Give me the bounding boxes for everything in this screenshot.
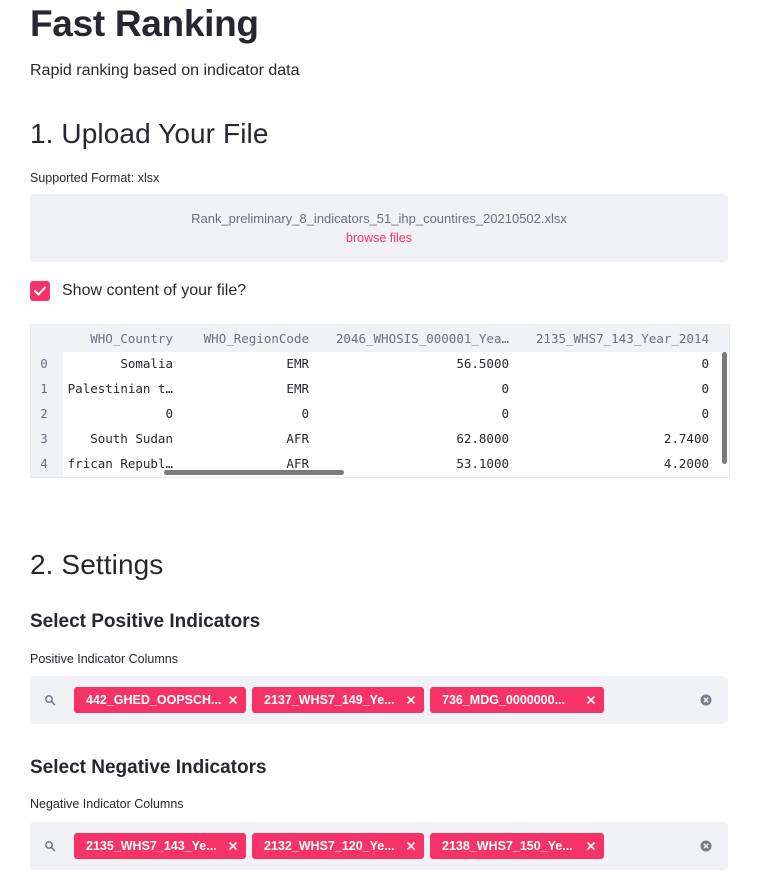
positive-indicators-heading: Select Positive Indicators	[30, 611, 261, 632]
negative-indicators-heading: Select Negative Indicators	[30, 757, 267, 778]
column-header[interactable]: WHO_RegionCode	[183, 329, 309, 349]
page-title: Fast Ranking	[30, 3, 259, 44]
clear-all-icon[interactable]	[700, 694, 712, 706]
negative-indicators-label: Negative Indicator Columns	[30, 797, 184, 811]
table-vertical-scrollbar[interactable]	[722, 352, 727, 464]
row-index: 2	[40, 406, 48, 421]
table-cell[interactable]: 0	[521, 354, 709, 374]
selected-tag: 2137_WHS7_149_Ye...	[252, 687, 424, 713]
table-cell[interactable]: EMR	[183, 354, 309, 374]
row-index: 1	[40, 381, 48, 396]
table-cell[interactable]: 0	[183, 404, 309, 424]
remove-tag-icon[interactable]	[226, 839, 240, 853]
selected-tag: 442_GHED_OOPSCH...	[74, 687, 246, 713]
table-cell[interactable]: 0	[321, 379, 509, 399]
remove-tag-icon[interactable]	[226, 693, 240, 707]
file-uploader-dropzone[interactable]: Rank_preliminary_8_indicators_51_ihp_cou…	[30, 194, 728, 262]
table-cell[interactable]: EMR	[183, 379, 309, 399]
positive-indicators-multiselect[interactable]: 442_GHED_OOPSCH... 2137_WHS7_149_Ye... 7…	[30, 676, 728, 724]
table-cell[interactable]: 53.1000	[321, 454, 509, 474]
table-cell[interactable]: 62.8000	[321, 429, 509, 449]
table-cell[interactable]: 0	[65, 404, 173, 424]
upload-section-heading: 1. Upload Your File	[30, 118, 269, 149]
tag-label: 736_MDG_0000000...	[442, 693, 566, 707]
clear-all-icon[interactable]	[700, 840, 712, 852]
uploaded-file-name: Rank_preliminary_8_indicators_51_ihp_cou…	[191, 211, 567, 226]
page-subtitle: Rapid ranking based on indicator data	[30, 62, 300, 79]
table-cell[interactable]: AFR	[183, 429, 309, 449]
column-header[interactable]: 2046_WHOSIS_000001_Yea…	[321, 329, 509, 349]
checkmark-icon	[34, 286, 46, 296]
show-content-label: Show content of your file?	[62, 282, 247, 299]
table-cell[interactable]: South Sudan	[65, 429, 173, 449]
tag-label: 2137_WHS7_149_Ye...	[264, 693, 395, 707]
supported-format-label: Supported Format: xlsx	[30, 171, 160, 185]
search-icon	[45, 695, 56, 706]
show-content-checkbox[interactable]	[30, 281, 50, 301]
browse-files-link[interactable]: browse files	[30, 231, 728, 245]
table-cell[interactable]: Somalia	[65, 354, 173, 374]
row-index: 4	[40, 456, 48, 471]
tag-label: 442_GHED_OOPSCH...	[86, 693, 222, 707]
show-content-checkbox-row[interactable]: Show content of your file?	[30, 280, 246, 302]
table-cell[interactable]: 0	[521, 404, 709, 424]
selected-tag: 2135_WHS7_143_Ye...	[74, 833, 246, 859]
table-cell[interactable]: Palestinian t…	[61, 379, 173, 399]
table-cell[interactable]: 0	[521, 379, 709, 399]
tag-label: 2135_WHS7_143_Ye...	[86, 839, 217, 853]
row-index: 0	[40, 356, 48, 371]
positive-indicators-label: Positive Indicator Columns	[30, 652, 178, 666]
column-header[interactable]: WHO_Country	[71, 329, 173, 349]
table-cell[interactable]: 4.2000	[521, 454, 709, 474]
data-preview-table[interactable]: WHO_Country WHO_RegionCode 2046_WHOSIS_0…	[30, 324, 730, 478]
search-icon	[45, 841, 56, 852]
table-cell[interactable]: frican Republ…	[61, 454, 173, 474]
selected-tag: 2138_WHS7_150_Ye...	[430, 833, 604, 859]
table-horizontal-scrollbar[interactable]	[164, 470, 344, 475]
tag-label: 2138_WHS7_150_Ye...	[442, 839, 573, 853]
negative-indicators-multiselect[interactable]: 2135_WHS7_143_Ye... 2132_WHS7_120_Ye... …	[30, 822, 728, 870]
table-cell[interactable]: 56.5000	[321, 354, 509, 374]
selected-tag: 736_MDG_0000000...	[430, 687, 604, 713]
remove-tag-icon[interactable]	[584, 839, 598, 853]
table-cell[interactable]: 2.7400	[521, 429, 709, 449]
settings-section-heading: 2. Settings	[30, 549, 164, 580]
row-index: 3	[40, 431, 48, 446]
column-header[interactable]: 2135_WHS7_143_Year_2014	[521, 329, 709, 349]
remove-tag-icon[interactable]	[404, 693, 418, 707]
table-cell[interactable]: 0	[321, 404, 509, 424]
remove-tag-icon[interactable]	[404, 839, 418, 853]
remove-tag-icon[interactable]	[584, 693, 598, 707]
tag-label: 2132_WHS7_120_Ye...	[264, 839, 395, 853]
selected-tag: 2132_WHS7_120_Ye...	[252, 833, 424, 859]
